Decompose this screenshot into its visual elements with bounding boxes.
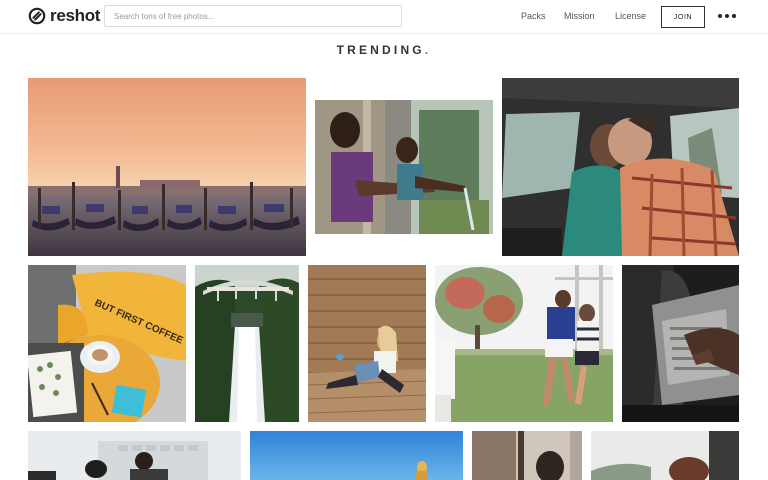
- photo-tile[interactable]: [28, 78, 306, 256]
- section-title: TRENDING.: [0, 43, 768, 57]
- photo-tile[interactable]: [250, 431, 463, 480]
- join-button[interactable]: JOIN: [661, 6, 705, 28]
- section-title-text: TRENDING: [336, 43, 425, 57]
- laptop-typing-photo: [622, 265, 739, 422]
- girl-wood-wall-photo: [308, 265, 426, 422]
- photo-tile[interactable]: [472, 431, 582, 480]
- reshot-logo[interactable]: reshot: [28, 6, 100, 26]
- person-window-photo: [472, 431, 582, 480]
- photo-tile[interactable]: [502, 78, 739, 256]
- photo-tile[interactable]: [435, 265, 613, 422]
- more-dot: [725, 14, 729, 18]
- top-header: reshot Packs Mission License JOIN: [0, 0, 768, 34]
- gondolas-photo: [28, 78, 306, 256]
- blue-sky-photo: [250, 431, 463, 480]
- more-dot: [718, 14, 722, 18]
- outdoor-scene-photo: [591, 431, 739, 480]
- search-input[interactable]: [104, 5, 402, 27]
- more-menu-icon[interactable]: [718, 10, 736, 22]
- rugby-photo: [435, 265, 613, 422]
- more-dot: [732, 14, 736, 18]
- photo-tile[interactable]: [315, 100, 493, 234]
- photo-tile[interactable]: [308, 265, 426, 422]
- logo-text: reshot: [50, 6, 101, 25]
- photo-tile[interactable]: [622, 265, 739, 422]
- coffee-pillow-photo: BUT FIRST COFFEE: [28, 265, 186, 422]
- photo-tile[interactable]: [591, 431, 739, 480]
- nav-packs[interactable]: Packs: [521, 11, 546, 21]
- photo-tile[interactable]: [195, 265, 299, 422]
- reshot-logo-icon: [28, 7, 46, 25]
- couple-car-photo: [502, 78, 739, 256]
- children-window-photo: [315, 100, 493, 234]
- waterfall-photo: [195, 265, 299, 422]
- nav-mission[interactable]: Mission: [564, 11, 595, 21]
- photo-tile[interactable]: [28, 431, 241, 480]
- nav-license[interactable]: License: [615, 11, 646, 21]
- office-people-photo: [28, 431, 241, 480]
- photo-tile[interactable]: BUT FIRST COFFEE: [28, 265, 186, 422]
- title-accent-dot: .: [424, 43, 432, 57]
